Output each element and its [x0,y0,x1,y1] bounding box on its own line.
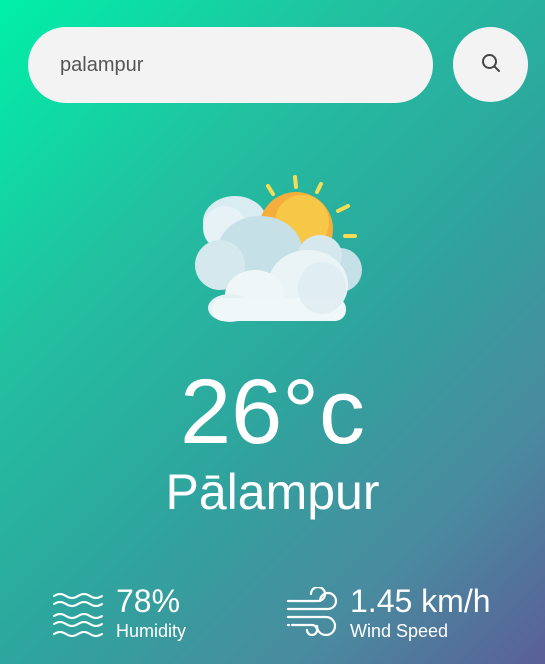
search-icon [479,51,503,78]
search-input[interactable] [28,27,433,103]
weather-card: 26°c Pālampur 78% Humidity [0,0,545,664]
wind-speed-label: Wind Speed [350,621,449,641]
wind-speed-value: 1.45 km/h [350,583,491,619]
search-button[interactable] [453,27,528,102]
search-bar [28,27,528,103]
partly-cloudy-icon [190,170,365,325]
humidity-waves-icon [52,587,104,639]
wind-icon [286,585,338,639]
humidity-value: 78% [116,583,181,619]
humidity-detail: 78% Humidity [52,583,186,642]
humidity-label: Humidity [116,621,187,641]
wind-detail: 1.45 km/h Wind Speed [286,583,491,642]
city-name: Pālampur [165,464,380,520]
temperature: 26°c [179,361,366,463]
